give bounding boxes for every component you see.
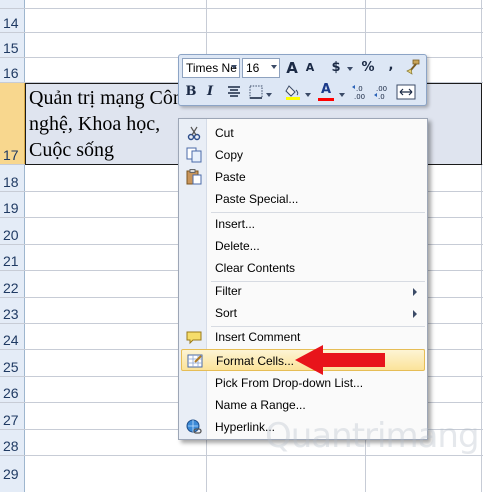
red-annotation-arrow-icon bbox=[295, 345, 385, 375]
copy-icon bbox=[186, 147, 202, 163]
watermark-text: Quantrimang bbox=[265, 416, 480, 456]
menu-item-label: Sort bbox=[215, 306, 238, 320]
decrease-decimal-icon[interactable]: .00 .0 bbox=[373, 83, 391, 101]
menu-item-copy[interactable]: Copy bbox=[181, 144, 425, 166]
row-header[interactable]: 22 bbox=[0, 271, 25, 297]
svg-text:.0: .0 bbox=[356, 85, 363, 93]
row-header[interactable]: 28 bbox=[0, 430, 25, 455]
svg-text:.00: .00 bbox=[376, 85, 387, 93]
column-gridline bbox=[481, 0, 482, 492]
svg-text:.00: .00 bbox=[354, 93, 365, 101]
menu-item-filter[interactable]: Filter bbox=[181, 280, 425, 302]
row-header[interactable]: 23 bbox=[0, 298, 25, 323]
menu-item-label: Paste Special... bbox=[215, 192, 299, 206]
menu-item-label: Filter bbox=[215, 284, 242, 298]
font-name: Times Ne bbox=[186, 61, 237, 75]
bold-button[interactable]: B bbox=[183, 82, 199, 102]
font-size-box[interactable]: 16 bbox=[242, 58, 280, 78]
menu-item-label: Clear Contents bbox=[215, 261, 296, 275]
mini-toolbar: Times Ne 16 A A $ % , B I A .0 .00 .00 .… bbox=[178, 54, 427, 106]
menu-item-clear-contents[interactable]: Clear Contents bbox=[181, 257, 425, 279]
currency-button[interactable]: $ bbox=[329, 58, 343, 78]
row-header[interactable]: 21 bbox=[0, 245, 25, 270]
italic-button[interactable]: I bbox=[203, 82, 217, 102]
menu-item-label: Insert Comment bbox=[215, 330, 301, 344]
font-color-button[interactable]: A bbox=[318, 80, 334, 100]
menu-item-delete[interactable]: Delete... bbox=[181, 235, 425, 257]
fill-color-icon[interactable] bbox=[285, 83, 301, 101]
menu-item-label: Paste bbox=[215, 170, 246, 184]
comma-style-button[interactable]: , bbox=[386, 56, 396, 76]
row-header[interactable]: 16 bbox=[0, 58, 25, 82]
shrink-font-button[interactable]: A bbox=[302, 58, 318, 78]
align-center-icon[interactable] bbox=[227, 85, 241, 99]
submenu-arrow-icon bbox=[413, 288, 417, 296]
paste-icon bbox=[186, 169, 202, 185]
row-header-selected[interactable]: 17 bbox=[0, 83, 25, 164]
menu-item-paste-special[interactable]: Paste Special... bbox=[181, 188, 425, 210]
borders-icon[interactable] bbox=[249, 85, 263, 99]
menu-item-label: Insert... bbox=[215, 217, 256, 231]
grid-row[interactable]: 14 bbox=[0, 9, 483, 33]
grid-row[interactable] bbox=[0, 0, 483, 9]
chevron-down-icon[interactable] bbox=[339, 93, 345, 97]
grow-font-button[interactable]: A bbox=[284, 58, 300, 78]
font-name-box[interactable]: Times Ne bbox=[182, 58, 240, 78]
menu-item-label: Delete... bbox=[215, 239, 260, 253]
chevron-down-icon[interactable] bbox=[266, 93, 272, 97]
row-header[interactable]: 26 bbox=[0, 377, 25, 402]
font-size: 16 bbox=[246, 61, 260, 75]
format-painter-icon[interactable] bbox=[404, 59, 421, 76]
submenu-arrow-icon bbox=[413, 310, 417, 318]
format-cells-icon bbox=[187, 354, 203, 368]
percent-button[interactable]: % bbox=[360, 58, 376, 78]
row-header[interactable]: 29 bbox=[0, 456, 25, 492]
row-header[interactable]: 27 bbox=[0, 403, 25, 429]
row-header[interactable]: 24 bbox=[0, 324, 25, 349]
comment-icon bbox=[186, 331, 202, 345]
row-header[interactable]: 18 bbox=[0, 165, 25, 191]
menu-item-sort[interactable]: Sort bbox=[181, 302, 425, 324]
chevron-down-icon[interactable] bbox=[347, 67, 353, 71]
grid-row[interactable]: 29 bbox=[0, 456, 483, 492]
row-header[interactable]: 25 bbox=[0, 350, 25, 376]
menu-item-insert[interactable]: Insert... bbox=[181, 213, 425, 235]
menu-item-label: Format Cells... bbox=[216, 354, 295, 368]
menu-item-label: Copy bbox=[215, 148, 244, 162]
chevron-down-icon[interactable] bbox=[305, 93, 311, 97]
chevron-down-icon[interactable] bbox=[271, 65, 277, 69]
menu-item-label: Cut bbox=[215, 126, 234, 140]
row-header[interactable]: 20 bbox=[0, 218, 25, 244]
menu-item-paste[interactable]: Paste bbox=[181, 166, 425, 188]
row-header[interactable]: 14 bbox=[0, 9, 25, 32]
increase-decimal-icon[interactable]: .0 .00 bbox=[351, 83, 369, 101]
font-color-bar bbox=[318, 98, 334, 101]
row-header[interactable]: 15 bbox=[0, 33, 25, 57]
merge-center-icon[interactable] bbox=[396, 84, 416, 100]
scissors-icon bbox=[187, 126, 201, 141]
row-header[interactable]: 19 bbox=[0, 192, 25, 217]
svg-text:.0: .0 bbox=[378, 93, 385, 101]
watermark: Quantrimang bbox=[265, 408, 480, 457]
context-menu: Cut Copy Paste Paste Special... Insert..… bbox=[178, 118, 428, 440]
chevron-down-icon[interactable] bbox=[231, 65, 237, 69]
row-header[interactable] bbox=[0, 0, 25, 8]
hyperlink-icon bbox=[186, 419, 202, 434]
menu-item-cut[interactable]: Cut bbox=[181, 122, 425, 144]
